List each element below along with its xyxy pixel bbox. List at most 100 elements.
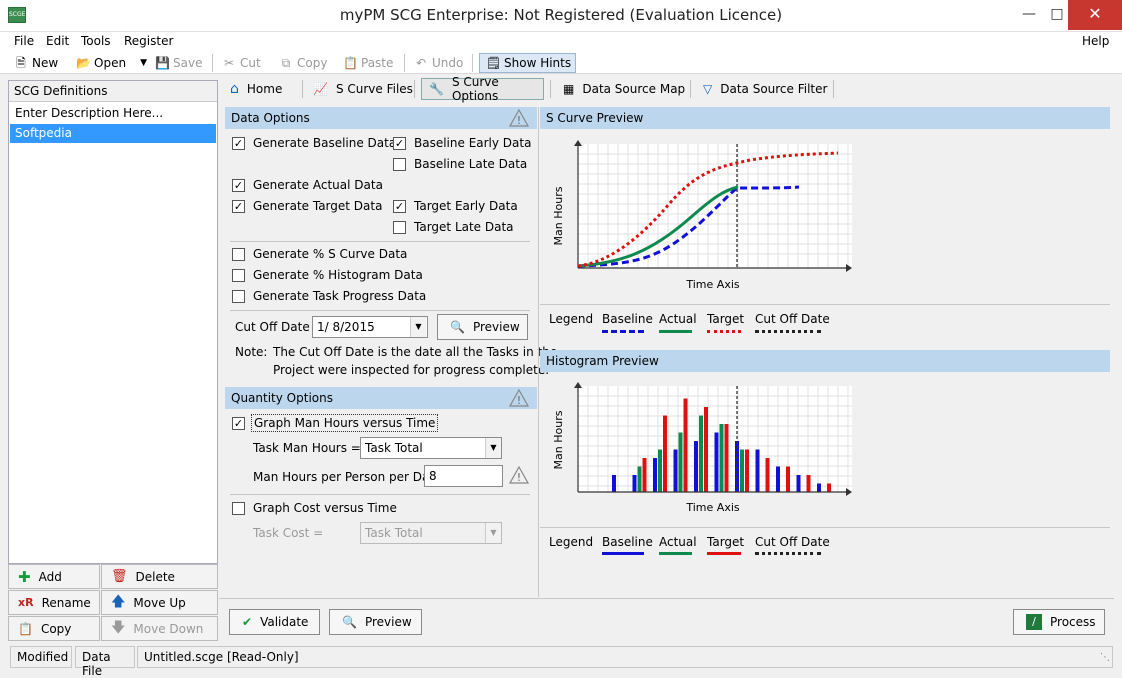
copy-button[interactable]: ⧉ Copy <box>279 54 328 72</box>
per-person-input[interactable]: 8 <box>424 465 503 487</box>
preview-button[interactable]: 🔍 Preview <box>329 609 422 635</box>
trash-icon: 🗑 <box>111 569 128 584</box>
graph-hours-checkbox[interactable]: ✓ <box>232 417 245 430</box>
undo-icon: ↶ <box>415 56 427 70</box>
histogram-bar-baseline <box>796 475 801 492</box>
histogram-bar-target <box>745 449 749 492</box>
close-button[interactable]: ✕ <box>1068 0 1122 30</box>
copy-icon: ⧉ <box>281 56 291 70</box>
task-progress-checkbox[interactable] <box>232 290 245 303</box>
generate-baseline-checkbox[interactable]: ✓ <box>232 137 245 150</box>
svg-text:!: ! <box>517 114 521 127</box>
legend-target: Target <box>707 312 745 326</box>
validate-button[interactable]: ✔ Validate <box>229 609 320 635</box>
tab-separator <box>414 80 415 98</box>
generate-baseline-label: Generate Baseline Data <box>253 136 397 150</box>
legend-cutoff: Cut Off Date <box>755 312 830 326</box>
histogram-bar-target <box>827 483 831 492</box>
tab-data-source-filter[interactable]: ▽ Data Source Filter <box>696 78 834 100</box>
histogram-bar-target <box>786 466 790 492</box>
legend-baseline-line <box>602 330 644 333</box>
move-down-button[interactable]: 🡇 Move Down <box>101 616 218 641</box>
file-chart-icon: 📈 <box>313 82 328 96</box>
filter-icon: ▽ <box>703 82 713 96</box>
process-button[interactable]: ∕ Process <box>1013 609 1105 635</box>
baseline-late-checkbox[interactable] <box>393 158 406 171</box>
pct-s-curve-label: Generate % S Curve Data <box>253 247 408 261</box>
cut-button[interactable]: ✂ Cut <box>222 54 261 72</box>
move-up-button[interactable]: 🡅 Move Up <box>101 590 218 615</box>
toolbar-separator <box>472 54 473 72</box>
new-button[interactable]: 🗎 New <box>14 54 58 72</box>
tab-s-curve-options[interactable]: 🔧 S Curve Options <box>421 75 544 103</box>
open-button[interactable]: 📂 Open ▼ <box>76 54 147 72</box>
generate-target-checkbox[interactable]: ✓ <box>232 200 245 213</box>
divider <box>219 598 1114 599</box>
undo-button[interactable]: ↶ Undo <box>414 54 463 72</box>
menu-register[interactable]: Register <box>124 34 173 48</box>
histogram-bar-actual <box>740 449 744 492</box>
resize-grip-icon[interactable]: ⋱ <box>1100 652 1110 663</box>
chevron-down-icon[interactable]: ▼ <box>485 523 501 543</box>
paste-button[interactable]: 📋 Paste <box>343 54 393 72</box>
task-hours-label: Task Man Hours = <box>253 441 361 455</box>
target-early-checkbox[interactable]: ✓ <box>393 200 406 213</box>
histogram-bar-actual <box>719 424 724 492</box>
target-late-checkbox[interactable] <box>393 221 406 234</box>
chevron-down-icon[interactable]: ▼ <box>485 438 501 458</box>
divider <box>540 304 1110 305</box>
histogram-bar-baseline <box>612 475 616 492</box>
pct-histogram-label: Generate % Histogram Data <box>253 268 423 282</box>
histogram-bar-target <box>683 398 688 492</box>
histogram-bar-target <box>663 415 667 492</box>
tab-s-curve-files[interactable]: 📈 S Curve Files <box>306 78 420 100</box>
check-icon: ✔ <box>242 615 253 629</box>
rename-button[interactable]: xR Rename <box>8 590 100 615</box>
legend-title: Legend <box>549 535 594 549</box>
warning-icon: ! <box>509 389 529 407</box>
preview-cutoff-button[interactable]: 🔍 Preview <box>437 314 528 340</box>
tab-separator <box>833 80 834 98</box>
divider <box>540 527 1110 528</box>
warning-icon: ! <box>509 466 529 484</box>
histogram-bar-baseline <box>714 432 719 492</box>
delete-button[interactable]: 🗑 Delete <box>101 564 218 589</box>
status-modified: Modified <box>10 646 72 668</box>
graph-cost-checkbox[interactable] <box>232 502 245 515</box>
window-title: myPM SCG Enterprise: Not Registered (Eva… <box>339 6 783 24</box>
menu-file[interactable]: File <box>14 34 34 48</box>
tab-data-source-map[interactable]: ▦ Data Source Map <box>556 78 692 100</box>
legend-target-line <box>707 330 741 333</box>
menu-tools[interactable]: Tools <box>81 34 111 48</box>
pct-histogram-checkbox[interactable] <box>232 269 245 282</box>
task-cost-select[interactable]: Task Total <box>360 522 502 544</box>
task-progress-label: Generate Task Progress Data <box>253 289 427 303</box>
plus-icon: ✚ <box>18 567 31 586</box>
histogram-x-label: Time Axis <box>685 501 740 514</box>
menu-help[interactable]: Help <box>1082 34 1109 48</box>
copy-definition-button[interactable]: 📋 Copy <box>8 616 100 641</box>
histogram-bar-target <box>806 475 811 492</box>
graph-cost-label: Graph Cost versus Time <box>253 501 397 515</box>
menu-edit[interactable]: Edit <box>46 34 69 48</box>
legend-target: Target <box>707 535 745 549</box>
generate-actual-checkbox[interactable]: ✓ <box>232 179 245 192</box>
save-button[interactable]: 💾 Save <box>155 54 202 72</box>
definitions-list <box>8 80 218 564</box>
baseline-early-checkbox[interactable]: ✓ <box>393 137 406 150</box>
list-item-selected[interactable]: Softpedia <box>10 124 216 143</box>
task-hours-select[interactable]: Task Total <box>360 437 502 459</box>
wrench-icon: 🔧 <box>429 82 444 96</box>
list-item[interactable]: Enter Description Here... <box>10 104 216 123</box>
svg-text:!: ! <box>517 471 521 484</box>
histogram-bar-baseline <box>694 441 698 492</box>
tab-home[interactable]: ⌂ Home <box>223 78 289 100</box>
note-text: The Cut Off Date is the date all the Tas… <box>273 345 558 359</box>
baseline-early-label: Baseline Early Data <box>414 136 532 150</box>
chevron-down-icon[interactable]: ▼ <box>140 58 147 68</box>
arrow-up-icon: 🡅 <box>111 593 126 610</box>
add-button[interactable]: ✚ Add <box>8 564 100 589</box>
chevron-down-icon[interactable]: ▼ <box>410 317 426 337</box>
show-hints-label-group: 🗒 Show Hints <box>486 56 572 70</box>
pct-s-curve-checkbox[interactable] <box>232 248 245 261</box>
